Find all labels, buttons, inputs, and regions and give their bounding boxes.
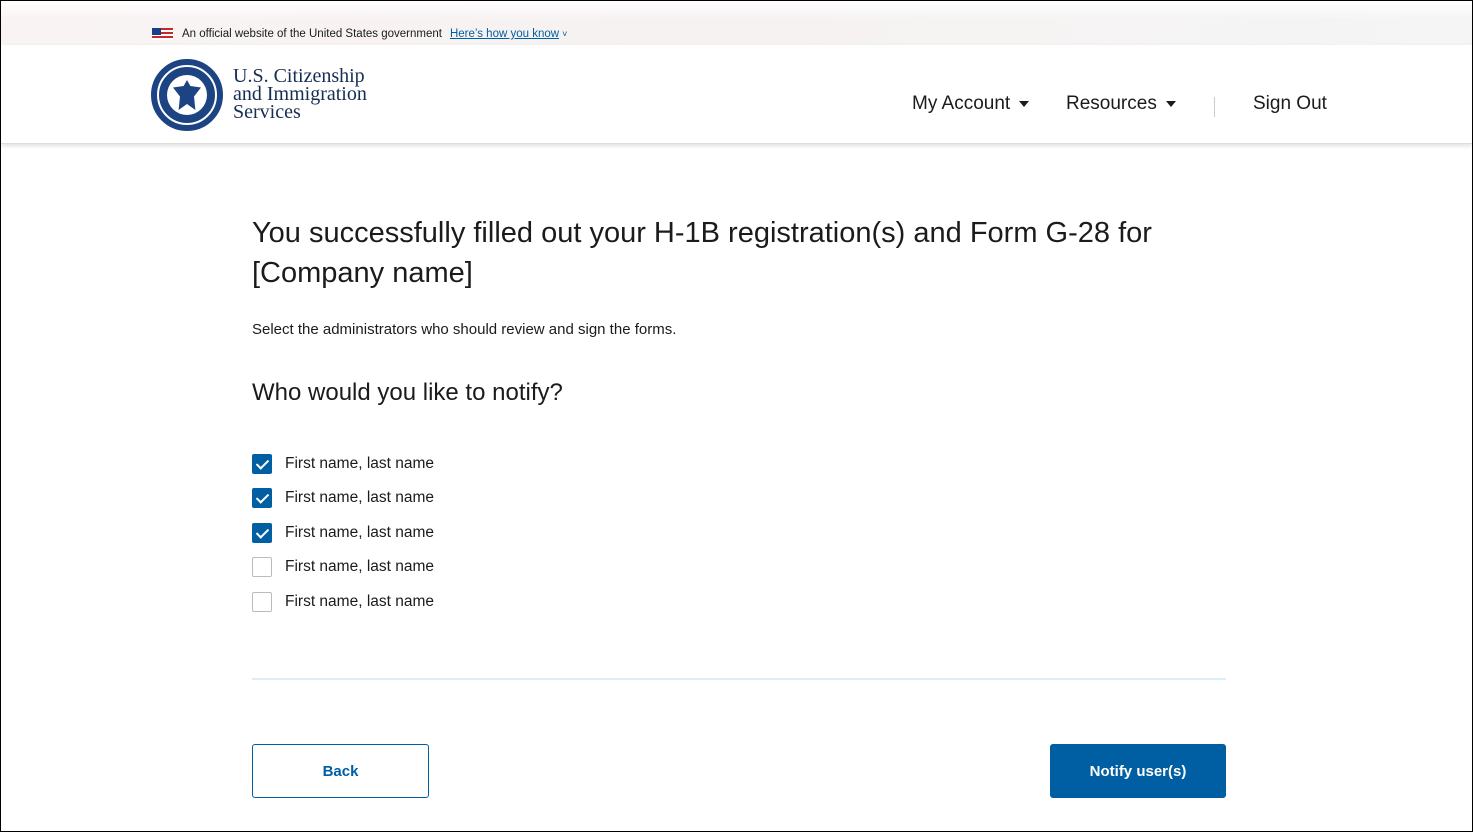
sign-out-link[interactable]: Sign Out	[1253, 93, 1327, 115]
nav-resources[interactable]: Resources	[1066, 93, 1176, 115]
caret-down-icon	[1019, 100, 1030, 107]
nav-divider	[1214, 97, 1215, 117]
checkbox[interactable]	[252, 592, 272, 612]
user-name-label: First name, last name	[285, 455, 435, 472]
agency-name-line-3: Services	[233, 101, 301, 123]
gov-banner: An official website of the United States…	[1, 1, 1472, 46]
notify-users-button[interactable]: Notify user(s)	[1050, 744, 1226, 798]
user-checkbox-row[interactable]: First name, last name	[252, 522, 434, 544]
user-name-label: First name, last name	[285, 593, 435, 610]
page-title: You successfully filled out your H-1B re…	[252, 217, 1152, 289]
user-checkbox-row[interactable]: First name, last name	[252, 556, 434, 578]
checkbox[interactable]	[252, 454, 272, 474]
user-checkbox-row[interactable]: First name, last name	[252, 591, 434, 613]
user-checkbox-row[interactable]: First name, last name	[252, 487, 434, 509]
page-subtitle: Select the administrators who should rev…	[252, 321, 677, 338]
nav-my-account-label: My Account	[912, 93, 1011, 114]
checkbox[interactable]	[252, 523, 272, 543]
checkbox[interactable]	[252, 488, 272, 508]
agency-name[interactable]: U.S. Citizenship and Immigration Service…	[233, 66, 367, 123]
dhs-seal-icon[interactable]	[151, 59, 223, 131]
back-button[interactable]: Back	[252, 744, 429, 798]
gov-banner-text: An official website of the United States…	[182, 28, 442, 40]
user-name-label: First name, last name	[285, 558, 435, 575]
caret-down-icon	[1165, 100, 1176, 107]
us-flag-icon	[152, 28, 173, 40]
user-checkbox-row[interactable]: First name, last name	[252, 453, 434, 475]
user-name-label: First name, last name	[285, 489, 435, 506]
nav-my-account[interactable]: My Account	[912, 93, 1030, 115]
user-name-label: First name, last name	[285, 524, 435, 541]
nav-resources-label: Resources	[1066, 93, 1157, 114]
site-header: U.S. Citizenship and Immigration Service…	[1, 45, 1472, 144]
notify-question: Who would you like to notify?	[252, 379, 563, 406]
section-divider	[252, 678, 1226, 680]
checkbox[interactable]	[252, 557, 272, 577]
chevron-down-icon[interactable]: ˅	[562, 29, 567, 39]
heres-how-you-know-link[interactable]: Here’s how you know	[450, 28, 559, 40]
page-frame: An official website of the United States…	[0, 0, 1473, 832]
